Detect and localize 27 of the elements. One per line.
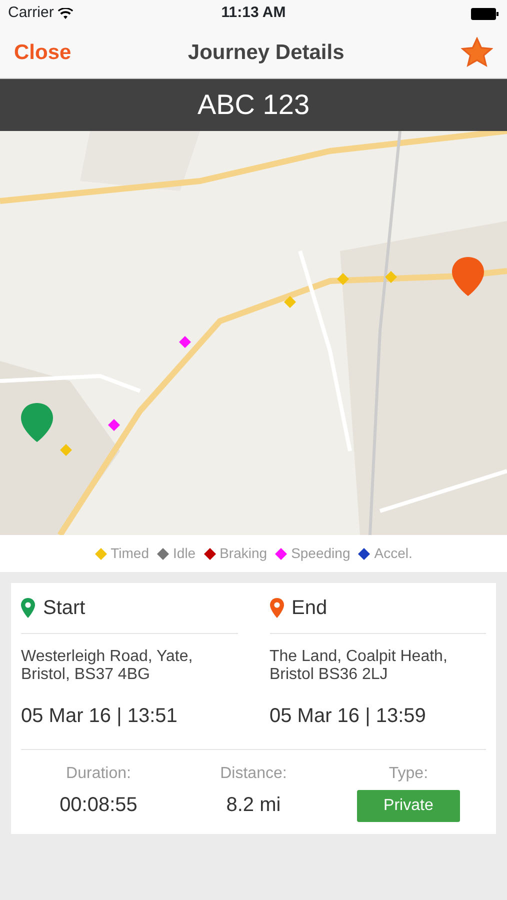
journey-type-badge: Private — [356, 790, 460, 822]
end-pin-icon — [270, 598, 284, 618]
vehicle-plate: ABC 123 — [197, 88, 310, 122]
legend-label: Speeding — [291, 544, 350, 563]
wifi-icon — [58, 8, 73, 19]
legend-label: Idle — [173, 544, 196, 563]
page-title: Journey Details — [188, 40, 344, 66]
stat-label: Duration: — [66, 764, 131, 784]
date-time: 05 Mar 16 | 13:59 — [270, 704, 427, 729]
stat-label: Distance: — [220, 764, 287, 784]
stat-label: Type: — [388, 764, 428, 784]
endpoint-title: Start — [43, 596, 86, 621]
start-pin-icon — [21, 598, 35, 618]
stat-value: 8.2 mi — [226, 792, 281, 818]
address-text: Westerleigh Road, Yate, Bristol, BS37 4BG — [21, 648, 194, 685]
endpoint-title: End — [292, 596, 328, 621]
battery-icon — [471, 8, 499, 20]
stat-value: 00:08:55 — [60, 792, 138, 818]
address-text: The Land, Coalpit Heath, Bristol BS36 2LJ — [270, 648, 448, 685]
close-button[interactable]: Close — [14, 36, 72, 68]
legend-label: Braking — [220, 544, 268, 563]
legend-label: Accel. — [374, 544, 412, 563]
status-time: 11:13 AM — [221, 3, 286, 24]
carrier-label: Carrier — [8, 3, 54, 24]
date-time: 05 Mar 16 | 13:51 — [21, 704, 178, 729]
legend-label: Timed — [110, 544, 150, 563]
favorite-star-icon[interactable] — [461, 37, 493, 68]
